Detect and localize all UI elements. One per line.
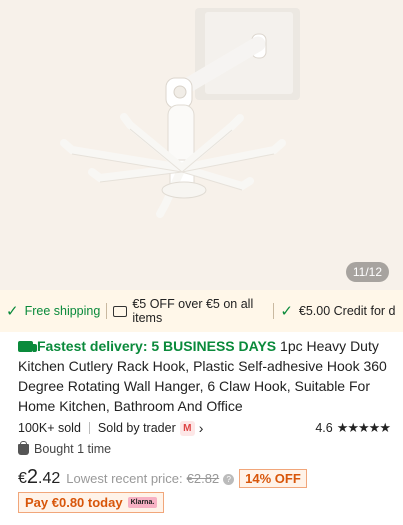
lowest-price-value: €2.82	[186, 471, 220, 486]
klarna-logo-icon: Klarna.	[127, 497, 158, 508]
product-image[interactable]: 11/12	[0, 0, 403, 290]
currency-symbol: €	[18, 470, 27, 487]
product-title-block: Fastest delivery: 5 BUSINESS DAYS 1pc He…	[18, 336, 390, 416]
benefits-bar[interactable]: ✓ Free shipping €5 OFF over €5 on all it…	[0, 290, 403, 332]
seller-label: Sold by trader	[97, 421, 176, 435]
free-shipping-benefit[interactable]: ✓ Free shipping	[0, 290, 106, 332]
star-rating-icon: ★★★★★	[336, 420, 391, 435]
fast-delivery-label: Fastest delivery: 5 BUSINESS DAYS	[37, 338, 277, 354]
product-meta: 100K+ sold Sold by trader M › 4.6 ★★★★★	[18, 420, 391, 436]
current-price: €2.42	[18, 466, 60, 489]
coupon-label: €5 OFF over €5 on all items	[132, 297, 254, 325]
free-shipping-label: Free shipping	[24, 304, 101, 318]
trader-badge-icon: M	[179, 420, 195, 436]
bought-label: Bought 1 time	[34, 442, 112, 456]
rating-value: 4.6	[315, 421, 333, 435]
seller-link[interactable]: Sold by trader M ›	[98, 420, 204, 436]
shopping-bag-icon	[18, 440, 29, 455]
lowest-price-label: Lowest recent price:	[66, 471, 183, 486]
credit-benefit[interactable]: ✓ €5.00 Credit for d	[274, 290, 401, 332]
coupon-icon	[113, 305, 128, 317]
hook-illustration	[60, 8, 300, 218]
check-icon: ✓	[6, 303, 19, 320]
image-counter: 11/12	[345, 262, 389, 282]
coupon-benefit[interactable]: €5 OFF over €5 on all items	[107, 290, 273, 332]
check-icon: ✓	[280, 303, 293, 320]
discount-badge: 14% OFF	[239, 469, 307, 488]
price-decimal: .42	[38, 470, 61, 487]
price-integer: 2	[26, 466, 39, 488]
product-title: Fastest delivery: 5 BUSINESS DAYS 1pc He…	[18, 336, 390, 416]
sold-count: 100K+ sold	[18, 421, 81, 435]
klarna-pay-badge[interactable]: Pay €0.80 today Klarna.	[18, 492, 165, 513]
truck-icon	[18, 341, 37, 352]
bought-indicator: Bought 1 time	[18, 440, 112, 456]
help-icon[interactable]: ?	[223, 474, 235, 485]
price-row: €2.42 Lowest recent price: €2.82 ? 14% O…	[18, 466, 307, 489]
rating[interactable]: 4.6 ★★★★★	[315, 420, 391, 436]
meta-divider	[88, 422, 90, 434]
pay-today-label: Pay €0.80 today	[25, 495, 123, 510]
chevron-right-icon: ›	[198, 420, 204, 436]
credit-label: €5.00 Credit for d	[298, 304, 396, 318]
